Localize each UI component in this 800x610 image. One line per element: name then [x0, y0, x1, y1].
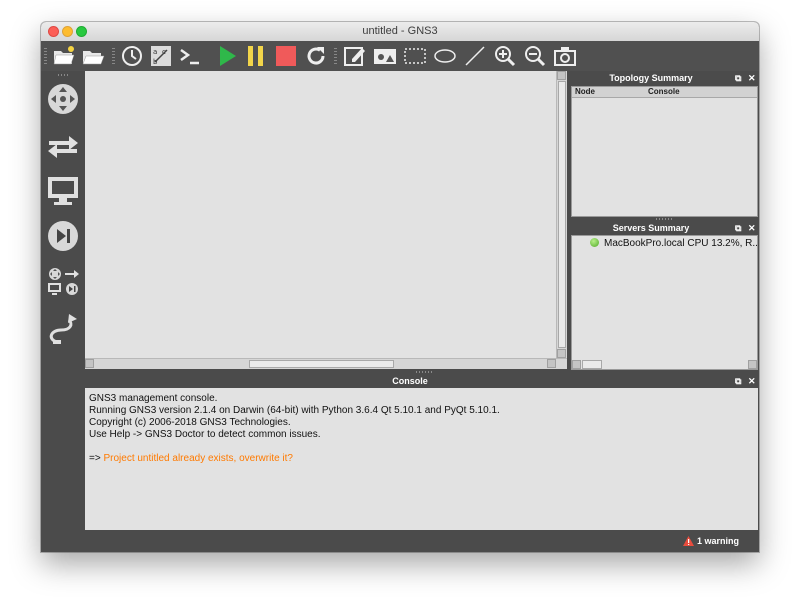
zoom-in-icon[interactable] — [493, 44, 517, 68]
all-devices-icon[interactable] — [45, 264, 81, 300]
servers-close-icon[interactable]: ✕ — [748, 222, 756, 235]
servers-scroll-right-icon[interactable] — [748, 360, 757, 369]
right-dock-splitter[interactable] — [656, 218, 672, 220]
console-line: GNS3 management console. — [89, 393, 218, 404]
topology-table-header: Node Console — [572, 87, 757, 98]
show-interface-labels-icon[interactable]: acb — [149, 44, 173, 68]
suspend-all-icon[interactable] — [244, 44, 268, 68]
window-title: untitled - GNS3 — [362, 25, 438, 37]
servers-float-icon[interactable]: ⧉ — [735, 222, 741, 235]
toolbar-separator — [112, 48, 115, 65]
console-float-icon[interactable]: ⧉ — [735, 375, 741, 388]
title-bar: untitled - GNS3 — [41, 22, 759, 42]
console-title: Console — [392, 376, 428, 386]
new-project-icon[interactable] — [52, 44, 76, 68]
server-status-icon — [590, 238, 599, 247]
servers-summary-title: Servers Summary — [612, 223, 690, 233]
console-line: Copyright (c) 2006-2018 GNS3 Technologie… — [89, 417, 291, 428]
topology-summary-title: Topology Summary — [609, 73, 693, 83]
stop-all-icon[interactable] — [274, 44, 298, 68]
reload-all-icon[interactable] — [304, 44, 328, 68]
scroll-right-arrow-icon[interactable] — [547, 359, 556, 368]
console-line: Running GNS3 version 2.1.4 on Darwin (64… — [89, 405, 500, 416]
console-splitter[interactable] — [416, 371, 432, 373]
zoom-out-icon[interactable] — [523, 44, 547, 68]
add-note-icon[interactable] — [343, 44, 367, 68]
console-prompt-line: => Project untitled already exists, over… — [89, 453, 500, 465]
console-panel[interactable]: GNS3 management console. Running GNS3 ver… — [85, 388, 758, 530]
scroll-up-arrow-icon[interactable] — [557, 71, 566, 80]
canvas-horizontal-scrollbar[interactable] — [85, 358, 567, 369]
canvas-vertical-scrollbar[interactable] — [556, 71, 567, 358]
servers-summary-panel: MacBookPro.local CPU 13.2%, R... — [571, 235, 759, 370]
console-all-icon[interactable] — [178, 44, 202, 68]
column-node[interactable]: Node — [575, 87, 595, 96]
console-prompt: => — [89, 453, 104, 464]
add-link-icon[interactable] — [45, 311, 81, 347]
device-sidebar — [41, 71, 85, 552]
warning-icon[interactable] — [683, 536, 694, 546]
snapshot-icon[interactable] — [120, 44, 144, 68]
security-device-icon[interactable] — [45, 218, 81, 254]
topology-summary-panel: Node Console — [571, 86, 758, 217]
draw-rectangle-icon[interactable] — [403, 44, 427, 68]
console-warning-message: Project untitled already exists, overwri… — [103, 453, 293, 464]
column-console[interactable]: Console — [648, 87, 680, 96]
end-device-icon[interactable] — [45, 173, 81, 209]
start-all-icon[interactable] — [215, 44, 239, 68]
vertical-scroll-thumb[interactable] — [558, 81, 566, 348]
router-icon[interactable] — [45, 81, 81, 117]
main-window: untitled - GNS3 acb — [41, 22, 759, 552]
sidebar-grip[interactable] — [58, 74, 70, 76]
toolbar: acb — [41, 41, 759, 71]
status-bar: 1 warning — [41, 532, 759, 552]
server-row[interactable]: MacBookPro.local CPU 13.2%, R... — [576, 238, 759, 249]
toolbar-separator — [334, 48, 337, 65]
horizontal-scroll-thumb[interactable] — [249, 360, 394, 368]
topology-close-icon[interactable]: ✕ — [748, 72, 756, 85]
servers-scroll-left-icon[interactable] — [572, 360, 581, 369]
warning-count[interactable]: 1 warning — [697, 536, 739, 546]
draw-ellipse-icon[interactable] — [433, 44, 457, 68]
scroll-down-arrow-icon[interactable] — [557, 349, 566, 358]
console-output[interactable]: GNS3 management console. Running GNS3 ver… — [89, 393, 500, 465]
insert-image-icon[interactable] — [373, 44, 397, 68]
servers-scroll-thumb[interactable] — [582, 360, 602, 369]
console-line: Use Help -> GNS3 Doctor to detect common… — [89, 429, 321, 440]
draw-line-icon[interactable] — [463, 44, 487, 68]
screenshot-icon[interactable] — [553, 44, 577, 68]
open-project-icon[interactable] — [81, 44, 105, 68]
switch-icon[interactable] — [45, 128, 81, 164]
toolbar-grip[interactable] — [44, 48, 47, 65]
server-info: MacBookPro.local CPU 13.2%, R... — [604, 238, 759, 249]
topology-float-icon[interactable]: ⧉ — [735, 72, 741, 85]
topology-canvas[interactable] — [85, 71, 556, 358]
scroll-left-arrow-icon[interactable] — [85, 359, 94, 368]
console-close-icon[interactable]: ✕ — [748, 375, 756, 388]
svg-text:a: a — [153, 48, 157, 56]
